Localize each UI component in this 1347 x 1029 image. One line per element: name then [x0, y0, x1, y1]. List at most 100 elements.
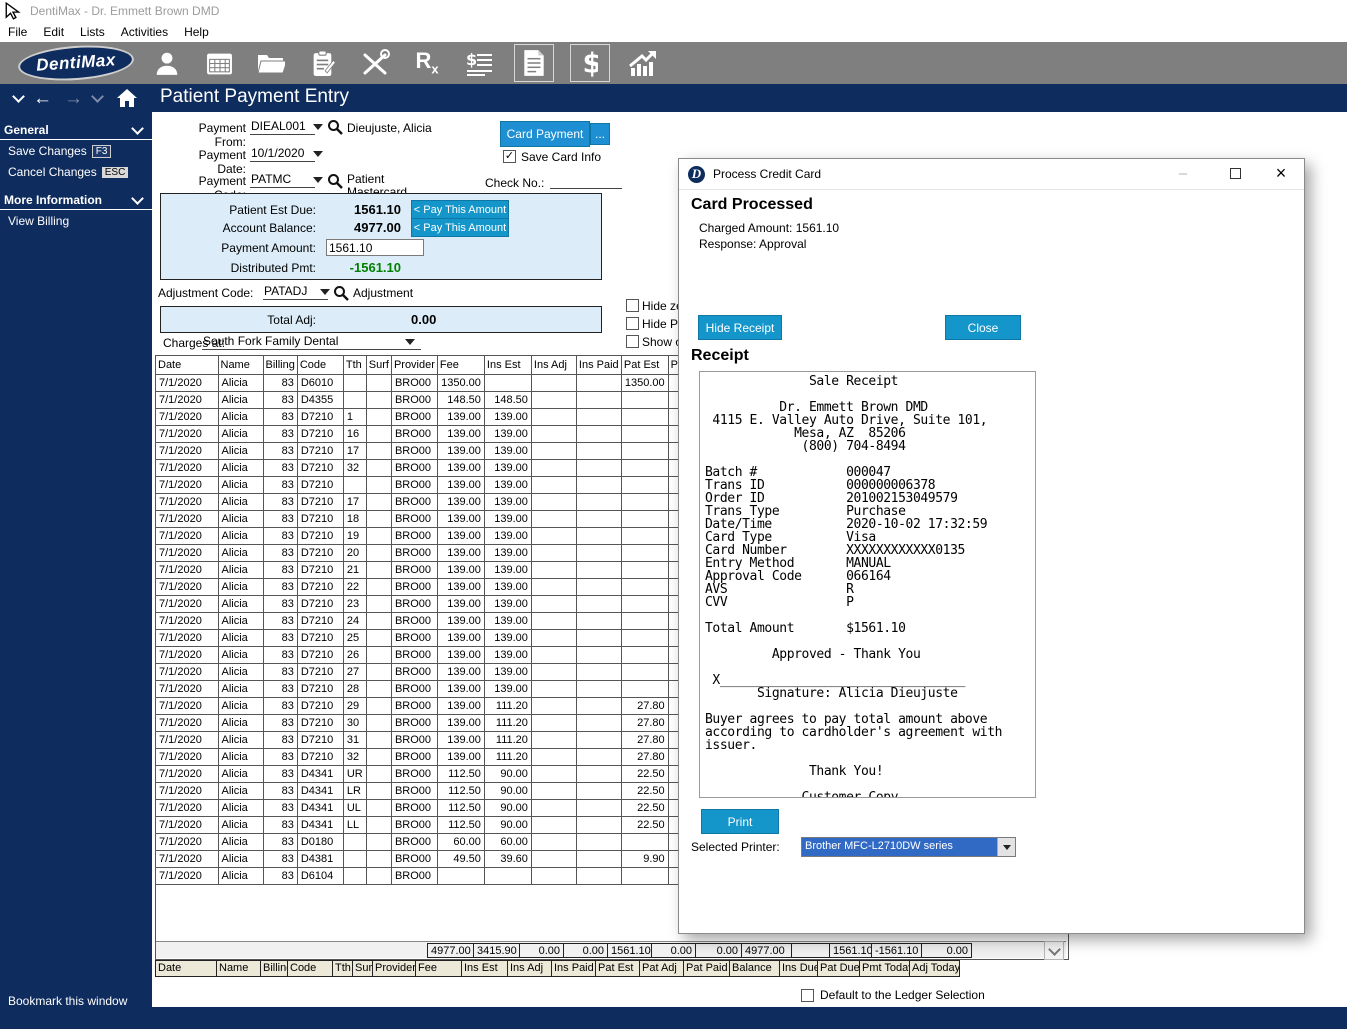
table-row[interactable]: 7/1/2020 Alicia 83 D7210 17 BRO00 139.00…: [156, 443, 713, 460]
menu-item[interactable]: Help: [176, 23, 217, 41]
menu-item[interactable]: Activities: [113, 23, 176, 41]
hide-receipt-button[interactable]: Hide Receipt: [698, 315, 782, 340]
forward-arrow-icon[interactable]: →: [64, 89, 83, 108]
explorer-tools-icon[interactable]: [356, 45, 394, 81]
charges-at-combobox[interactable]: South Fork Family Dental: [202, 334, 421, 350]
table-row[interactable]: 7/1/2020 Alicia 83 D4355 BRO00 148.50 14…: [156, 392, 713, 409]
close-icon[interactable]: ×: [1264, 159, 1298, 188]
bottom-column-header[interactable]: Date: [155, 960, 217, 977]
bookmark-this-window[interactable]: Bookmark this window: [8, 994, 127, 1008]
payment-from-combobox[interactable]: DIEAL001: [250, 119, 315, 135]
pay-this-amount-button[interactable]: < Pay This Amount: [411, 200, 509, 219]
table-row[interactable]: 7/1/2020 Alicia 83 D7210 16 BRO00 139.00…: [156, 426, 713, 443]
rx-icon[interactable]: Rx: [408, 45, 446, 81]
maximize-button[interactable]: [1218, 159, 1252, 188]
table-row[interactable]: 7/1/2020 Alicia 83 D4341 LL BRO00 112.50…: [156, 817, 713, 834]
bottom-column-header[interactable]: Pmt Today: [859, 960, 910, 977]
column-header[interactable]: Tth: [343, 356, 366, 375]
search-icon[interactable]: [333, 285, 349, 301]
bottom-column-header[interactable]: Ins Adj: [507, 960, 552, 977]
printer-dropdown-button[interactable]: [997, 838, 1015, 856]
hide-zero-checkbox[interactable]: [626, 299, 639, 312]
bottom-column-header[interactable]: Pat Est: [595, 960, 640, 977]
sidebar-section-general[interactable]: General: [0, 120, 152, 140]
column-header[interactable]: Name: [218, 356, 263, 375]
column-header[interactable]: Code: [297, 356, 343, 375]
column-header[interactable]: Pat Est: [621, 356, 668, 375]
sidebar-item-view-billing[interactable]: View Billing: [0, 210, 152, 231]
table-row[interactable]: 7/1/2020 Alicia 83 D7210 32 BRO00 139.00…: [156, 460, 713, 477]
bottom-column-header[interactable]: Ins Due: [779, 960, 818, 977]
table-row[interactable]: 7/1/2020 Alicia 83 D7210 27 BRO00 139.00…: [156, 664, 713, 681]
column-header[interactable]: Date: [156, 356, 218, 375]
table-row[interactable]: 7/1/2020 Alicia 83 D7210 25 BRO00 139.00…: [156, 630, 713, 647]
check-no-input[interactable]: [550, 174, 622, 189]
payment-date-combobox[interactable]: 10/1/2020: [250, 146, 315, 162]
bottom-column-header[interactable]: Surf: [352, 960, 373, 977]
table-row[interactable]: 7/1/2020 Alicia 83 D7210 29 BRO00 139.00…: [156, 698, 713, 715]
table-row[interactable]: 7/1/2020 Alicia 83 D7210 30 BRO00 139.00…: [156, 715, 713, 732]
save-card-info-checkbox[interactable]: ✓: [503, 150, 516, 163]
table-row[interactable]: 7/1/2020 Alicia 83 D7210 32 BRO00 139.00…: [156, 749, 713, 766]
table-row[interactable]: 7/1/2020 Alicia 83 D7210 21 BRO00 139.00…: [156, 562, 713, 579]
table-row[interactable]: 7/1/2020 Alicia 83 D7210 24 BRO00 139.00…: [156, 613, 713, 630]
column-header[interactable]: Provider: [391, 356, 437, 375]
payment-icon[interactable]: $: [570, 44, 610, 82]
dropdown-arrow-icon[interactable]: [313, 151, 323, 157]
close-button[interactable]: Close: [945, 315, 1021, 340]
bottom-column-header[interactable]: Ins Est: [461, 960, 508, 977]
sidebar-section-more-information[interactable]: More Information: [0, 190, 152, 210]
dialog-titlebar[interactable]: D Process Credit Card – ×: [679, 159, 1304, 190]
pay-this-amount-button[interactable]: < Pay This Amount: [411, 218, 509, 237]
table-row[interactable]: 7/1/2020 Alicia 83 D7210 23 BRO00 139.00…: [156, 596, 713, 613]
bottom-column-header[interactable]: Pat Paid: [683, 960, 730, 977]
dropdown-arrow-icon[interactable]: [405, 339, 415, 345]
table-row[interactable]: 7/1/2020 Alicia 83 D4341 UL BRO00 112.50…: [156, 800, 713, 817]
search-icon[interactable]: [327, 173, 343, 189]
show-o-checkbox[interactable]: [626, 335, 639, 348]
table-row[interactable]: 7/1/2020 Alicia 83 D7210 19 BRO00 139.00…: [156, 528, 713, 545]
column-header[interactable]: Ins Adj: [531, 356, 576, 375]
minimize-button[interactable]: –: [1166, 159, 1200, 188]
bottom-column-header[interactable]: Name: [216, 960, 261, 977]
dropdown-arrow-icon[interactable]: [320, 289, 330, 295]
table-row[interactable]: 7/1/2020 Alicia 83 D7210 17 BRO00 139.00…: [156, 494, 713, 511]
table-row[interactable]: 7/1/2020 Alicia 83 D4381 BRO00 49.50 39.…: [156, 851, 713, 868]
card-payment-more-button[interactable]: ...: [590, 123, 610, 145]
table-row[interactable]: 7/1/2020 Alicia 83 D7210 22 BRO00 139.00…: [156, 579, 713, 596]
table-row[interactable]: 7/1/2020 Alicia 83 D6010 BRO00 1350.00 1…: [156, 375, 713, 392]
table-row[interactable]: 7/1/2020 Alicia 83 D0180 BRO00 60.00 60.…: [156, 834, 713, 851]
adjustment-code-combobox[interactable]: PATADJ: [263, 284, 328, 300]
dropdown-arrow-icon[interactable]: [313, 124, 323, 130]
home-icon[interactable]: [116, 88, 138, 108]
menu-item[interactable]: File: [0, 23, 35, 41]
menu-item[interactable]: Edit: [35, 23, 72, 41]
chevron-down-icon[interactable]: [91, 90, 104, 103]
payment-amount-input[interactable]: [326, 239, 424, 256]
bottom-column-header[interactable]: Provider: [372, 960, 416, 977]
column-header[interactable]: Billing: [263, 356, 297, 375]
card-payment-button[interactable]: Card Payment: [500, 121, 590, 147]
bottom-column-header[interactable]: Tth: [332, 960, 353, 977]
reports-icon[interactable]: [624, 45, 662, 81]
schedule-icon[interactable]: [200, 45, 238, 81]
hide-pe-checkbox[interactable]: [626, 317, 639, 330]
column-header[interactable]: Ins Est: [484, 356, 531, 375]
payment-code-combobox[interactable]: PATMC: [250, 172, 315, 188]
bottom-column-header[interactable]: Ins Paid: [551, 960, 596, 977]
sidebar-item-save-changes[interactable]: Save ChangesF3: [0, 140, 152, 161]
table-row[interactable]: 7/1/2020 Alicia 83 D6104 BRO00: [156, 868, 713, 885]
document-icon[interactable]: [514, 44, 554, 82]
column-header[interactable]: Ins Paid: [576, 356, 621, 375]
search-icon[interactable]: [327, 119, 343, 135]
table-row[interactable]: 7/1/2020 Alicia 83 D7210 BRO00 139.00 13…: [156, 477, 713, 494]
printer-combobox[interactable]: Brother MFC-L2710DW series: [801, 837, 1016, 857]
dropdown-arrow-icon[interactable]: [313, 177, 323, 183]
bottom-column-header[interactable]: Adj Today: [909, 960, 960, 977]
patient-icon[interactable]: [148, 45, 186, 81]
column-header[interactable]: Surf: [366, 356, 391, 375]
ledger-icon[interactable]: $: [460, 45, 498, 81]
bottom-column-header[interactable]: Balance: [729, 960, 780, 977]
table-row[interactable]: 7/1/2020 Alicia 83 D4341 LR BRO00 112.50…: [156, 783, 713, 800]
bottom-column-header[interactable]: Code: [287, 960, 333, 977]
